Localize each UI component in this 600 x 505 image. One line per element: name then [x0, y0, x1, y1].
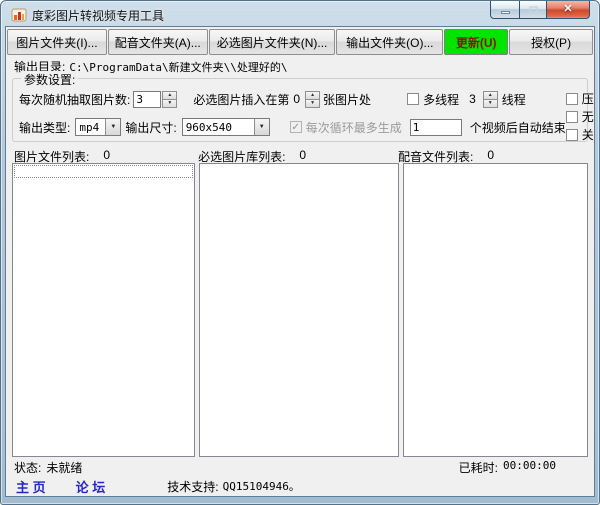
chevron-down-icon[interactable]: ▼ [253, 119, 269, 135]
parameter-settings-group: 参数设置: 每次随机抽取图片数: ▲ ▼ 必选图片插入在第 0 [12, 71, 594, 142]
insert-position-value: 0 [293, 92, 301, 106]
license-button[interactable]: 授权(P) [509, 29, 593, 55]
elapsed-value: 00:00:00 [503, 459, 556, 472]
group-inner: 每次随机抽取图片数: ▲ ▼ 必选图片插入在第 0 ▲ ▼ [19, 89, 594, 142]
maximize-button[interactable] [519, 1, 546, 19]
output-type-select[interactable]: mp4 ▼ [75, 118, 122, 136]
output-directory-path: C:\ProgramData\新建文件夹\\处理好的\ [69, 60, 288, 74]
spinner-down-icon[interactable]: ▼ [482, 99, 498, 108]
multithread-checkbox-row[interactable]: 多线程 [407, 91, 459, 108]
update-button[interactable]: 更新(U) [444, 29, 509, 55]
required-image-list-label: 必选图片库列表: [198, 150, 286, 164]
app-icon [11, 8, 27, 22]
image-list-label: 图片文件列表: [14, 150, 90, 164]
minimize-icon [500, 10, 510, 14]
multithread-checkbox[interactable] [407, 93, 420, 105]
random-pick-stepper[interactable]: ▲ ▼ [162, 90, 178, 108]
output-size-select[interactable]: 960x540 ▼ [181, 118, 270, 136]
output-folder-button[interactable]: 输出文件夹(O)... [336, 29, 444, 55]
status-row: 状态: 未就绪 已耗时: 00:00:00 [6, 457, 594, 475]
shutdown-label: 关机 [581, 128, 594, 142]
list-labels-row: 图片文件列表: 0 必选图片库列表: 0 配音文件列表: 0 [6, 146, 594, 164]
home-link[interactable]: 主 页 [16, 477, 46, 496]
image-list-count: 0 [103, 148, 111, 162]
param-row-1: 每次随机抽取图片数: ▲ ▼ 必选图片插入在第 0 ▲ ▼ [19, 89, 566, 109]
list-boxes [12, 163, 588, 457]
compress-video-checkbox-row[interactable]: 压缩视频 [565, 90, 594, 107]
audio-list-label: 配音文件列表: [397, 150, 474, 164]
loop-limit-label-post: 个视频后自动结束 [469, 120, 566, 135]
toolbar: 图片文件夹(I)... 配音文件夹(A)... 必选图片文件夹(N)... 输出… [6, 27, 594, 57]
loop-limit-input[interactable] [409, 118, 462, 136]
shutdown-checkbox-row[interactable]: 关机 [565, 126, 594, 143]
forum-link[interactable]: 论 坛 [76, 477, 106, 496]
maximize-icon [528, 5, 538, 14]
audio-list-count: 0 [487, 148, 495, 162]
loop-limit-checkbox-row: ✓ 每次循环最多生成 [289, 119, 402, 136]
required-image-listbox[interactable] [199, 163, 399, 457]
thread-count-stepper[interactable]: ▲ ▼ [482, 90, 498, 108]
shutdown-checkbox[interactable] [565, 128, 578, 141]
audio-folder-button[interactable]: 配音文件夹(A)... [107, 29, 208, 55]
elapsed-label: 已耗时: [458, 461, 499, 475]
status-label: 状态: [14, 461, 42, 475]
group-right-checkboxes: 压缩视频 无黑边缩放 关机 [565, 89, 594, 142]
images-folder-button[interactable]: 图片文件夹(I)... [7, 29, 107, 55]
group-left: 每次随机抽取图片数: ▲ ▼ 必选图片插入在第 0 ▲ ▼ [19, 89, 566, 137]
caption-buttons: ✕ [490, 1, 590, 19]
no-black-border-label: 无黑边缩放 [581, 110, 594, 124]
multithread-label: 多线程 [423, 92, 460, 107]
required-image-list-header: 必选图片库列表: 0 [198, 148, 398, 164]
support-block: 技术支持: QQ15104946。 [167, 478, 300, 495]
spinner-up-icon[interactable]: ▲ [305, 90, 321, 100]
output-type-value: mp4 [79, 120, 100, 134]
required-images-folder-button[interactable]: 必选图片文件夹(N)... [208, 29, 336, 55]
spinner-up-icon[interactable]: ▲ [162, 90, 178, 100]
links-row: 主 页 论 坛 技术支持: QQ15104946。 [6, 475, 594, 495]
focused-empty-item [14, 165, 193, 178]
no-black-border-checkbox[interactable] [565, 110, 578, 123]
compress-video-checkbox[interactable] [565, 92, 578, 105]
loop-limit-label: 每次循环最多生成 [305, 120, 402, 135]
output-size-value: 960x540 [185, 120, 233, 134]
client-area: 图片文件夹(I)... 配音文件夹(A)... 必选图片文件夹(N)... 输出… [5, 26, 595, 497]
spinner-down-icon[interactable]: ▼ [162, 99, 178, 108]
insert-position-label-pre: 必选图片插入在第 [193, 92, 290, 107]
image-list-header: 图片文件列表: 0 [14, 148, 198, 164]
required-image-list-count: 0 [299, 148, 307, 162]
output-size-label: 输出尺寸: [125, 120, 177, 135]
minimize-button[interactable] [490, 1, 519, 19]
param-row-2: 输出类型: mp4 ▼ 输出尺寸: 960x540 ▼ ✓ 每次循环最多生成 1… [19, 117, 566, 137]
chevron-down-icon[interactable]: ▼ [105, 119, 121, 135]
random-pick-label: 每次随机抽取图片数: [19, 92, 131, 107]
status-value: 未就绪 [46, 461, 83, 475]
close-icon: ✕ [563, 3, 573, 15]
support-value: QQ15104946。 [222, 480, 300, 493]
thread-label: 线程 [501, 92, 526, 107]
insert-position-stepper[interactable]: ▲ ▼ [305, 90, 321, 108]
output-type-label: 输出类型: [19, 120, 71, 135]
elapsed-block: 已耗时: 00:00:00 [459, 459, 556, 476]
window-title: 度彩图片转视频专用工具 [32, 8, 165, 23]
audio-list-header: 配音文件列表: 0 [397, 148, 588, 164]
image-file-listbox[interactable] [12, 163, 195, 457]
loop-limit-checkbox: ✓ [289, 121, 302, 133]
app-window: 度彩图片转视频专用工具 ✕ 图片文件夹(I)... 配音文件夹(A)... 必选… [0, 0, 600, 505]
support-label: 技术支持: [167, 479, 219, 494]
spinner-down-icon[interactable]: ▼ [305, 99, 321, 108]
compress-video-label: 压缩视频 [581, 92, 594, 106]
group-title: 参数设置: [21, 71, 79, 88]
spinner-up-icon[interactable]: ▲ [482, 90, 498, 100]
close-button[interactable]: ✕ [546, 1, 590, 19]
output-directory-row: 输出目录: C:\ProgramData\新建文件夹\\处理好的\ [6, 57, 594, 74]
no-black-border-checkbox-row[interactable]: 无黑边缩放 [565, 108, 594, 125]
insert-position-label-post: 张图片处 [323, 92, 372, 107]
thread-count-value: 3 [469, 92, 476, 106]
random-pick-input[interactable] [133, 90, 162, 108]
audio-file-listbox[interactable] [403, 163, 588, 457]
